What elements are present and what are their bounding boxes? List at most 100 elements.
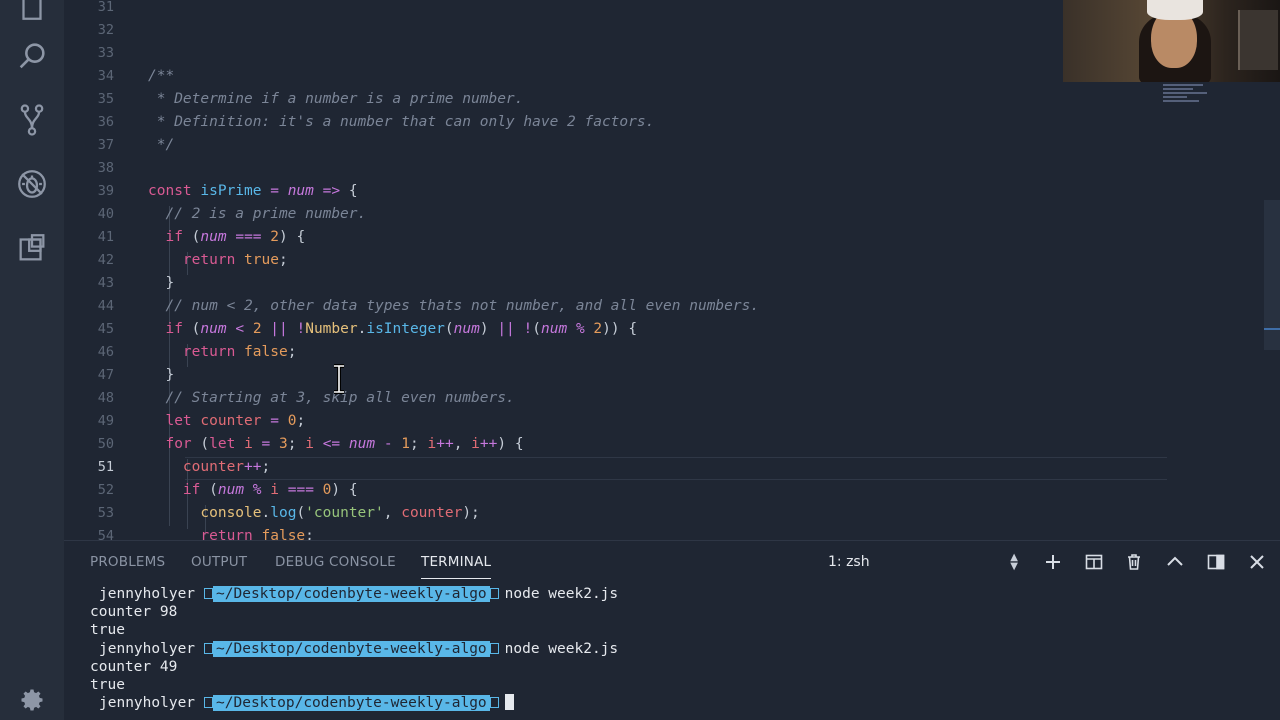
line-number: 39 [97,183,114,199]
line-number: 46 [97,344,114,360]
segment-icon [204,588,214,599]
code-text: let counter = 0; [165,413,306,429]
code-text: return true; [182,252,288,268]
terminal-output-line: true [90,622,125,638]
line-number: 48 [97,390,114,406]
line-number: 52 [97,482,114,498]
line-number: 33 [97,45,114,61]
line-number: 50 [97,436,114,452]
terminal-prompt-line: jennyholyer ~/Desktop/codenbyte-weekly-al… [90,585,618,603]
tab-output[interactable]: OUTPUT [191,554,247,570]
prompt-command: node week2.js [504,586,619,602]
plus-icon[interactable] [1042,551,1064,573]
prompt-user: jennyholyer [99,586,196,602]
scrollbar-marker [1264,328,1280,330]
line-number: 51 [97,459,114,475]
code-line[interactable]: 46 return false; [64,341,1280,364]
segment-icon [204,643,214,654]
code-text: } [148,367,175,383]
segment-icon [204,697,214,708]
code-line[interactable]: 45 if (num < 2 || !Number.isInteger(num)… [64,318,1280,341]
search-icon[interactable] [12,36,52,76]
code-line[interactable]: 48 // Starting at 3, skip all even numbe… [64,387,1280,410]
text-cursor-icon [331,364,347,394]
code-line[interactable]: 44 // num < 2, other data types thats no… [64,295,1280,318]
code-text: // 2 is a prime number. [148,206,367,222]
code-line[interactable]: 38 [64,157,1280,180]
line-number: 35 [97,91,114,107]
terminal-output-line: counter 49 [90,659,178,675]
terminal-output-line: counter 98 [90,604,178,620]
terminal-select[interactable]: 1: zsh ▲ ▼ [824,549,1020,575]
line-number: 53 [97,505,114,521]
line-number: 42 [97,252,114,268]
code-text: * Definition: it's a number that can onl… [148,114,655,130]
activity-bar [0,0,64,720]
line-number: 32 [97,22,114,38]
terminal-select-value: 1: zsh [828,554,870,570]
code-text: if (num === 2) { [165,229,306,245]
line-number: 34 [97,68,114,84]
code-text: for (let i = 3; i <= num - 1; i++, i++) … [165,436,524,452]
tab-terminal[interactable]: TERMINAL [421,554,492,579]
files-icon[interactable] [12,0,52,26]
select-arrows-icon: ▲ ▼ [1010,552,1018,572]
chevron-up-icon[interactable] [1164,551,1186,573]
line-number: 45 [97,321,114,337]
code-line[interactable]: 37 */ [64,134,1280,157]
prompt-user: jennyholyer [99,695,196,711]
code-line[interactable]: 42 return true; [64,249,1280,272]
code-line[interactable]: 52 if (num % i === 0) { [64,479,1280,502]
code-text: console.log('counter', counter); [200,505,480,521]
code-line[interactable]: 51 counter++; [64,456,1280,479]
code-text: */ [148,137,175,153]
code-line[interactable]: 54 return false; [64,525,1280,540]
code-line[interactable]: 49 let counter = 0; [64,410,1280,433]
code-text: * Determine if a number is a prime numbe… [148,91,524,107]
prompt-path: ~/Desktop/codenbyte-weekly-algo [213,586,490,602]
code-text: if (num < 2 || !Number.isInteger(num) ||… [165,321,638,337]
terminal-input-line[interactable]: jennyholyer ~/Desktop/codenbyte-weekly-al… [90,694,514,712]
code-line[interactable]: 43 } [64,272,1280,295]
extensions-icon[interactable] [12,228,52,268]
line-number: 40 [97,206,114,222]
debug-icon[interactable] [12,164,52,204]
bottom-panel: PROBLEMS OUTPUT DEBUG CONSOLE TERMINAL 1… [64,540,1280,720]
code-line[interactable]: 40 // 2 is a prime number. [64,203,1280,226]
code-line[interactable]: 36 * Definition: it's a number that can … [64,111,1280,134]
segment-icon [489,588,499,599]
code-line[interactable]: 35 * Determine if a number is a prime nu… [64,88,1280,111]
code-text: } [148,275,175,291]
prompt-path: ~/Desktop/codenbyte-weekly-algo [213,641,490,657]
code-text: return false; [200,528,314,540]
minimap[interactable] [1163,82,1213,112]
prompt-user: jennyholyer [99,641,196,657]
code-line[interactable]: 50 for (let i = 3; i <= num - 1; i++, i+… [64,433,1280,456]
code-line[interactable]: 53 console.log('counter', counter); [64,502,1280,525]
terminal-prompt-line: jennyholyer ~/Desktop/codenbyte-weekly-al… [90,640,618,658]
split-icon[interactable] [1083,551,1105,573]
webcam-overlay [1063,0,1280,82]
line-number: 49 [97,413,114,429]
gear-icon[interactable] [18,686,46,714]
trash-icon[interactable] [1123,551,1145,573]
terminal-cursor [504,694,514,710]
segment-icon [489,643,499,654]
tab-debug-console[interactable]: DEBUG CONSOLE [275,554,396,570]
code-line[interactable]: 41 if (num === 2) { [64,226,1280,249]
segment-icon [489,697,499,708]
close-icon[interactable] [1246,551,1268,573]
terminal-output-line: true [90,677,125,693]
code-text: /** [148,68,175,84]
code-text: return false; [182,344,297,360]
tab-problems[interactable]: PROBLEMS [90,554,165,570]
line-number: 36 [97,114,114,130]
code-line[interactable]: 39 const isPrime = num => { [64,180,1280,203]
prompt-path: ~/Desktop/codenbyte-weekly-algo [213,695,490,711]
line-number: 37 [97,137,114,153]
line-number: 38 [97,160,114,176]
maximize-panel-icon[interactable] [1205,551,1227,573]
source-control-icon[interactable] [12,100,52,140]
code-line[interactable]: 47 } [64,364,1280,387]
code-text: if (num % i === 0) { [182,482,358,498]
